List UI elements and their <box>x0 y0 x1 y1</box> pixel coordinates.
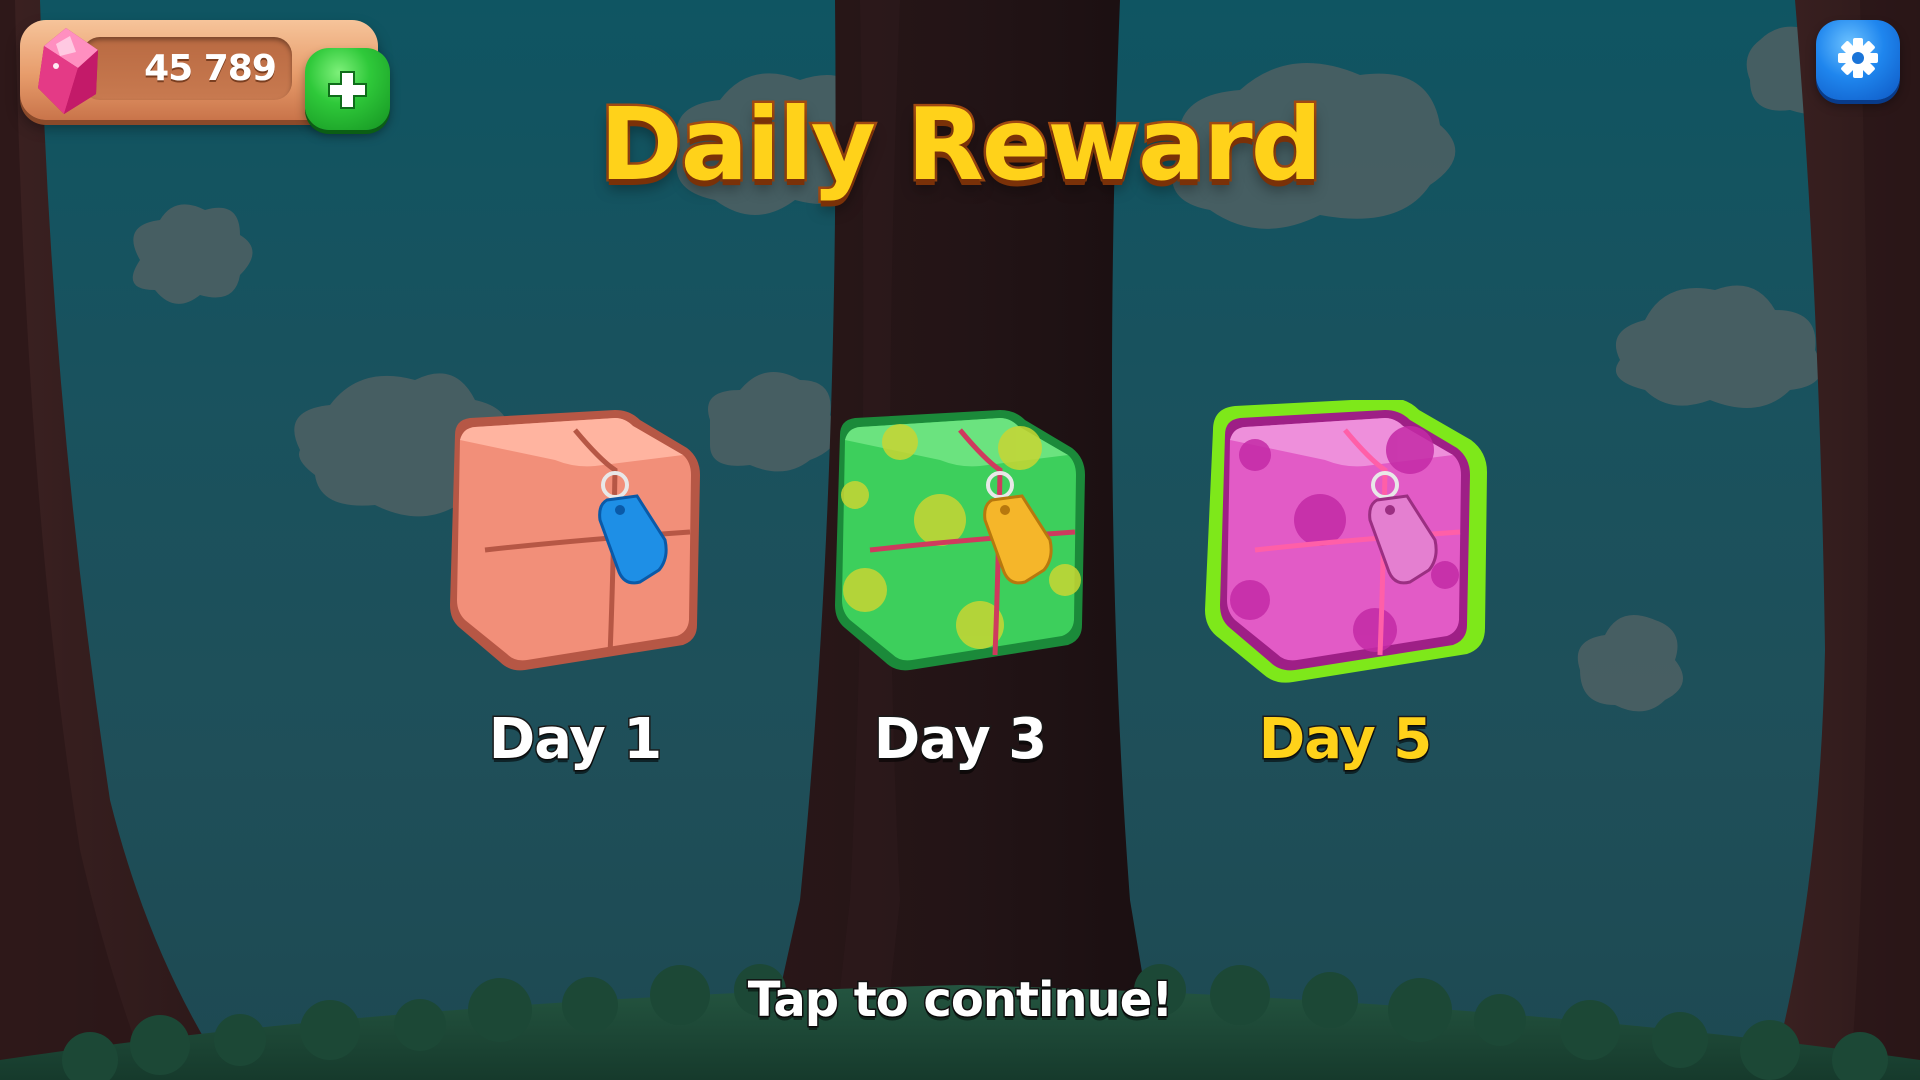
orange-gift-box-icon <box>450 410 700 671</box>
day-label: Day 1 <box>487 706 664 774</box>
plus-icon <box>328 71 367 109</box>
gem-currency-panel: 45 789 <box>20 20 390 130</box>
gem-count: 45 789 <box>144 48 277 89</box>
reward-day-1[interactable]: Day 1 <box>425 400 725 800</box>
tap-to-continue-prompt[interactable]: Tap to continue! <box>560 965 1360 1035</box>
daily-reward-screen[interactable]: 45 789 Daily Reward Day 1 Day 3 Day 5 Ta… <box>0 0 1920 1080</box>
pink-gem-icon <box>38 28 98 114</box>
page-title: Daily Reward <box>597 84 1325 206</box>
settings-button[interactable] <box>1816 20 1900 100</box>
day-label: Day 3 <box>872 706 1049 774</box>
green-gift-box-icon <box>835 410 1085 671</box>
day-label: Day 5 <box>1257 706 1434 774</box>
gear-icon <box>1838 38 1878 78</box>
pink-gift-box-icon <box>1205 400 1487 683</box>
reward-day-5[interactable]: Day 5 <box>1195 400 1495 800</box>
reward-day-3[interactable]: Day 3 <box>810 400 1110 800</box>
add-gems-button[interactable] <box>305 48 390 130</box>
